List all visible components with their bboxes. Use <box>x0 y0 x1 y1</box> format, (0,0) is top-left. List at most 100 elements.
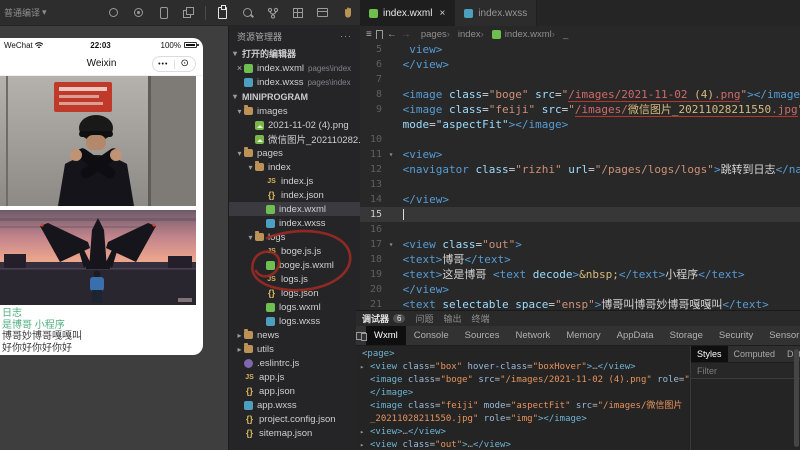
wxml-tree-node[interactable]: <page> <box>360 348 690 361</box>
code-line[interactable]: 19 <text>这是博哥 <text decode>&nbsp;</text>… <box>360 267 800 282</box>
open-editors-section[interactable]: ▾ 打开的编辑器 <box>229 46 360 61</box>
tree-item-news[interactable]: ▸news <box>229 328 360 342</box>
compile-icon[interactable] <box>103 4 124 22</box>
terminal-tab[interactable]: 终端 <box>472 312 490 325</box>
devtools-tab-AppData[interactable]: AppData <box>609 326 662 345</box>
wxml-tree-node[interactable]: <image class="boge" src="/images/2021-11… <box>360 374 690 387</box>
archive-icon[interactable] <box>312 4 333 22</box>
tree-item-pages[interactable]: ▾pages <box>229 146 360 160</box>
styles-filter-input[interactable]: Filter <box>691 363 800 379</box>
tree-item-boge.js.wxml[interactable]: boge.js.wxml <box>229 258 360 272</box>
code-line[interactable]: 9 <image class="feiji" src="/images/微信图片… <box>360 102 800 117</box>
tab-index-wxml[interactable]: index.wxml × <box>360 0 455 26</box>
code-line[interactable]: 13 <box>360 177 800 192</box>
log-nav-link[interactable]: 日志 <box>2 308 203 320</box>
code-line[interactable]: 10 <box>360 132 800 147</box>
home-target-icon[interactable]: ⊙ <box>175 59 196 69</box>
code-line[interactable]: 17▾ <view class="out"> <box>360 237 800 252</box>
tree-item-app.js[interactable]: JSapp.js <box>229 370 360 384</box>
devtools-tab-Memory[interactable]: Memory <box>558 326 608 345</box>
hand-icon[interactable] <box>337 4 358 22</box>
devtools-tab-Wxml[interactable]: Wxml <box>366 326 406 345</box>
tree-item-images[interactable]: ▾images <box>229 104 360 118</box>
device-toolbar-icon[interactable] <box>356 326 366 345</box>
code-line[interactable]: 6 </view> <box>360 57 800 72</box>
modules-grid-icon[interactable] <box>287 4 308 22</box>
search-icon[interactable] <box>237 4 258 22</box>
wxml-tree-node[interactable]: <image class="feiji" mode="aspectFit" sr… <box>360 400 690 413</box>
wxml-tree-node[interactable]: ▸<view class="out">…</view> <box>360 439 690 450</box>
code-line[interactable]: 15 <box>360 207 800 222</box>
scrollbar[interactable] <box>794 349 799 447</box>
phone-screen[interactable]: WeChat 22:03 100% Weixin ••• ⊙ <box>0 38 203 355</box>
tree-item-app.wxss[interactable]: app.wxss <box>229 398 360 412</box>
tree-item-utils[interactable]: ▸utils <box>229 342 360 356</box>
tree-item-.eslintrc.js[interactable]: .eslintrc.js <box>229 356 360 370</box>
code-line[interactable]: 18 <text>博哥</text> <box>360 252 800 267</box>
more-actions-icon[interactable]: ··· <box>340 31 352 41</box>
styles-tab-Computed[interactable]: Computed <box>728 346 782 362</box>
output-tab[interactable]: 输出 <box>443 312 461 325</box>
devtools-tab-Sensor[interactable]: Sensor <box>761 326 800 345</box>
wxml-tree-node[interactable]: _20211028211550.jpg" role="img"></image> <box>360 413 690 426</box>
tree-item-boge.js.js[interactable]: JSboge.js.js <box>229 244 360 258</box>
open-editor-item[interactable]: index.wxsspages\index <box>229 75 360 89</box>
code-line[interactable]: 20 </view> <box>360 282 800 297</box>
clipboard-icon[interactable] <box>212 4 233 22</box>
code-line[interactable]: 5 view> <box>360 42 800 57</box>
tree-item-index[interactable]: ▾index <box>229 160 360 174</box>
tree-item-logs[interactable]: ▾logs <box>229 230 360 244</box>
debugger-tab[interactable]: 调试器 6 <box>362 312 405 325</box>
remote-debug-icon[interactable] <box>153 4 174 22</box>
tree-item-index.wxss[interactable]: index.wxss <box>229 216 360 230</box>
code-line[interactable]: 16 <box>360 222 800 237</box>
compile-mode-dropdown[interactable]: 普通编译 ▾ <box>4 6 47 19</box>
devtools-tab-Sources[interactable]: Sources <box>457 326 508 345</box>
tree-item-sitemap.json[interactable]: {}sitemap.json <box>229 426 360 440</box>
tree-item-2021-11-02 (4).png[interactable]: 2021-11-02 (4).png <box>229 118 360 132</box>
project-section[interactable]: ▾ MINIPROGRAM <box>229 89 360 104</box>
tree-item-index.json[interactable]: {}index.json <box>229 188 360 202</box>
tree-item-project.config.json[interactable]: {}project.config.json <box>229 412 360 426</box>
tree-item-app.json[interactable]: {}app.json <box>229 384 360 398</box>
breadcrumb-item[interactable]: index.wxml <box>481 29 552 40</box>
code-line[interactable]: 21 <text selectable space="ensp">博哥叫博哥妙博… <box>360 297 800 310</box>
devtools-tab-Console[interactable]: Console <box>406 326 457 345</box>
wxml-inspector-tree[interactable]: <page>▸<view class="box" hover-class="bo… <box>356 346 690 450</box>
tree-item-logs.js[interactable]: JSlogs.js <box>229 272 360 286</box>
breadcrumb-item[interactable]: _ <box>552 29 568 40</box>
forward-icon[interactable]: → <box>401 29 411 40</box>
devtools-tab-Security[interactable]: Security <box>711 326 761 345</box>
code-line[interactable]: 11▾ <view> <box>360 147 800 162</box>
close-icon[interactable]: × <box>439 8 445 19</box>
more-icon[interactable]: ••• <box>153 61 174 68</box>
devtools-tab-Network[interactable]: Network <box>507 326 558 345</box>
code-line[interactable]: 14 </view> <box>360 192 800 207</box>
tree-item-微信图片_202110282...[interactable]: 微信图片_202110282... <box>229 132 360 146</box>
breadcrumb-item[interactable]: pages <box>421 29 447 40</box>
wxml-tree-node[interactable]: ▸<view class="box" hover-class="boxHover… <box>360 361 690 374</box>
tree-item-index.js[interactable]: JSindex.js <box>229 174 360 188</box>
problems-tab[interactable]: 问题 <box>415 312 433 325</box>
back-icon[interactable]: ← <box>387 29 397 40</box>
styles-tab-Styles[interactable]: Styles <box>691 346 728 362</box>
code-line[interactable]: 12 <navigator class="rizhi" url="/pages/… <box>360 162 800 177</box>
tab-index-wxss[interactable]: index.wxss <box>455 0 537 26</box>
wxml-tree-node[interactable]: ▸<view>…</view> <box>360 426 690 439</box>
code-line[interactable]: 7 <box>360 72 800 87</box>
open-editor-item[interactable]: ×index.wxmlpages\index <box>229 61 360 75</box>
tree-item-logs.wxml[interactable]: logs.wxml <box>229 300 360 314</box>
code-line[interactable]: mode="aspectFit"></image> <box>360 117 800 132</box>
devtools-tab-Storage[interactable]: Storage <box>662 326 711 345</box>
tree-item-index.wxml[interactable]: index.wxml <box>229 202 360 216</box>
tree-item-logs.wxss[interactable]: logs.wxss <box>229 314 360 328</box>
code-line[interactable]: 8 <image class="boge" src="/images/2021-… <box>360 87 800 102</box>
code-editor[interactable]: ≡ ← → pagesindexindex.wxml_ 5 view>6 </v… <box>360 26 800 310</box>
bookmark-icon[interactable] <box>376 30 383 39</box>
branch-icon[interactable] <box>262 4 283 22</box>
tree-item-logs.json[interactable]: {}logs.json <box>229 286 360 300</box>
capsule-menu[interactable]: ••• ⊙ <box>152 56 196 72</box>
code-area[interactable]: 5 view>6 </view>78 <image class="boge" s… <box>360 42 800 310</box>
breadcrumb-item[interactable]: index <box>447 29 481 40</box>
menu-icon[interactable]: ≡ <box>366 29 372 40</box>
